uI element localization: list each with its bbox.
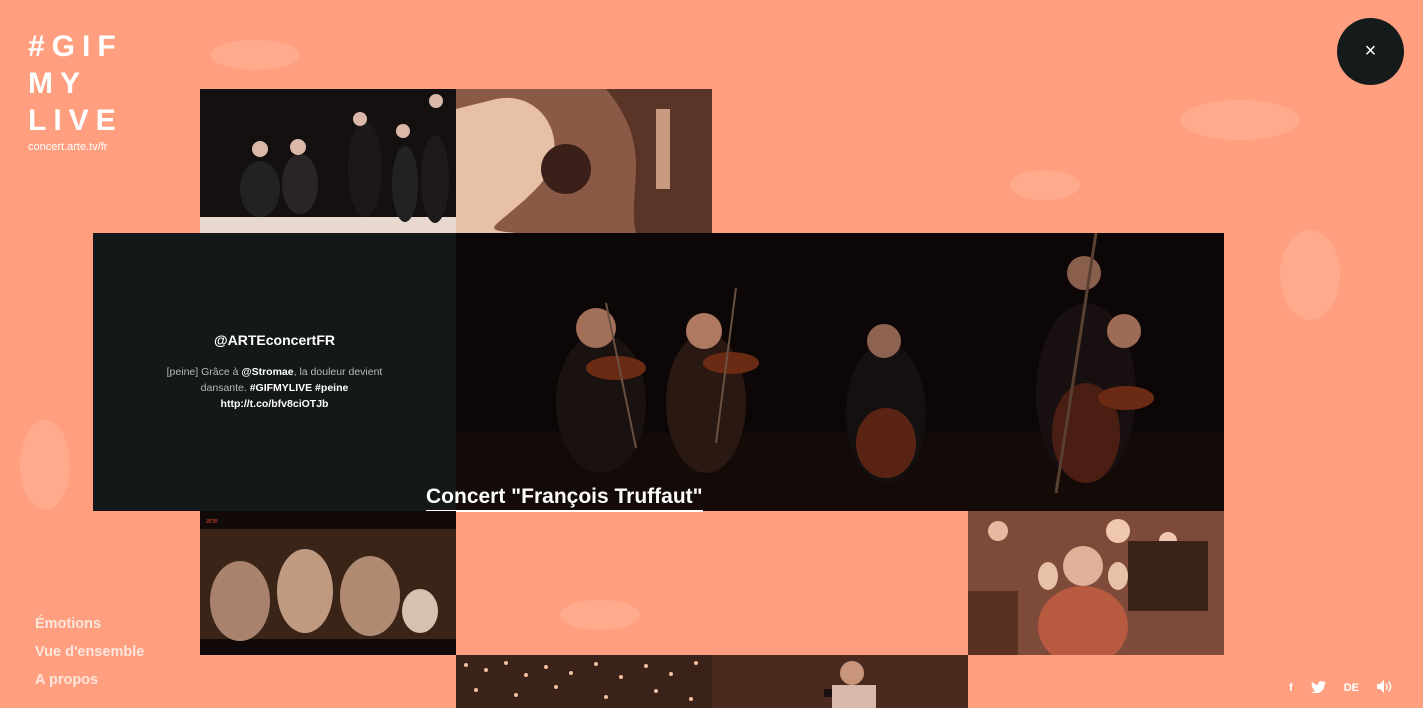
gif-tile-singer[interactable] — [968, 511, 1224, 655]
gif-tile-crowd-lights[interactable] — [456, 655, 712, 708]
svg-text:arte: arte — [206, 518, 218, 525]
background-brush — [1180, 100, 1300, 140]
tweet-handle[interactable]: @ARTEconcertFR — [93, 332, 456, 348]
tweet-text-prefix: [peine] Grâce à — [166, 366, 242, 378]
background-brush — [560, 600, 640, 630]
tweet-text: [peine] Grâce à @Stromae, la douleur dev… — [93, 364, 456, 412]
featured-video[interactable] — [456, 233, 1224, 511]
tweet-link[interactable]: http://t.co/bfv8ciOTJb — [221, 398, 329, 410]
nav-about[interactable]: A propos — [35, 666, 144, 694]
logo-line-2: MY — [28, 67, 87, 100]
gif-tile-performer[interactable] — [712, 655, 968, 708]
gif-tile-crowd-faces[interactable]: arte — [200, 511, 456, 655]
close-button[interactable]: × — [1337, 18, 1404, 85]
tweet-mention[interactable]: @Stromae — [241, 366, 293, 378]
sound-icon[interactable] — [1377, 680, 1393, 696]
footer-controls: f DE — [1289, 680, 1393, 696]
main-nav: Émotions Vue d'ensemble A propos — [35, 610, 144, 694]
video-title-link[interactable]: Concert "François Truffaut" — [426, 484, 703, 512]
site-logo[interactable]: #GIF MY LIVE concert.arte.tv/fr — [28, 28, 123, 153]
background-brush — [1010, 170, 1080, 200]
close-icon: × — [1364, 40, 1377, 62]
nav-emotions[interactable]: Émotions — [35, 610, 144, 638]
site-url[interactable]: concert.arte.tv/fr — [28, 141, 123, 153]
logo-line-1: #GIF — [28, 30, 123, 63]
facebook-icon[interactable]: f — [1289, 682, 1293, 694]
tweet-hashtags[interactable]: #GIFMYLIVE #peine — [250, 382, 349, 394]
nav-overview[interactable]: Vue d'ensemble — [35, 638, 144, 666]
background-brush — [210, 40, 300, 70]
gif-tile-abstract[interactable] — [456, 89, 712, 233]
tweet-panel: @ARTEconcertFR [peine] Grâce à @Stromae,… — [93, 233, 456, 511]
language-switch[interactable]: DE — [1344, 682, 1359, 694]
gif-tile-dancers[interactable] — [200, 89, 456, 233]
twitter-icon[interactable] — [1310, 680, 1326, 696]
background-brush — [20, 420, 70, 510]
background-brush — [1280, 230, 1340, 320]
logo-line-3: LIVE — [28, 104, 123, 137]
